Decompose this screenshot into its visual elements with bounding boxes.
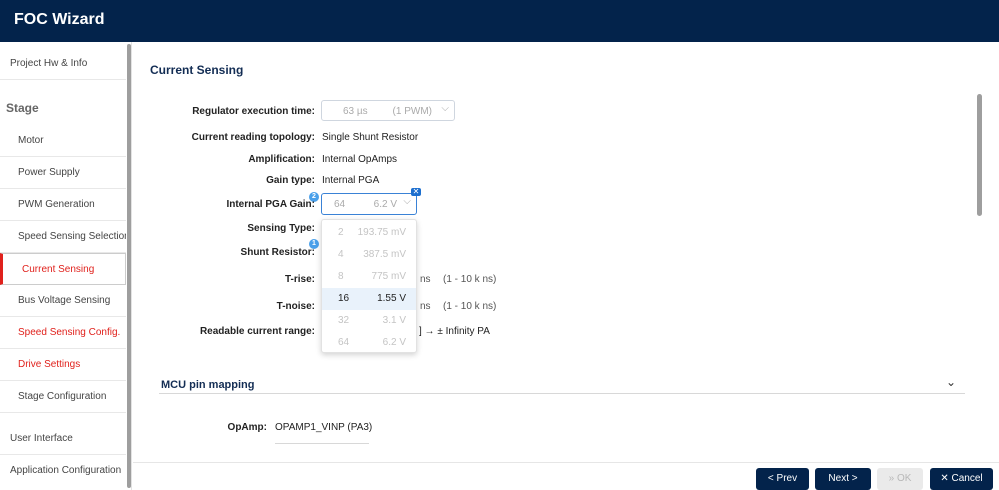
opamp-value: OPAMP1_VINP (PA3) [275, 422, 373, 433]
mcu-pin-mapping-title: MCU pin mapping [161, 379, 255, 391]
shunt-label: Shunt Resistor: [240, 247, 315, 258]
sidebar-item-user-interface[interactable]: User Interface [0, 423, 126, 455]
ok-button: » OK [877, 468, 923, 490]
clear-icon[interactable]: ✕ [411, 188, 421, 196]
chevron-down-icon: ⌵ [441, 103, 449, 114]
readable-range-label: Readable current range: [199, 326, 315, 337]
sidebar-item-bus-voltage-sensing[interactable]: Bus Voltage Sensing [0, 285, 126, 317]
sidebar-item-power-supply[interactable]: Power Supply [0, 157, 126, 189]
section-title: Current Sensing [150, 63, 244, 77]
next-button[interactable]: Next > [815, 468, 871, 490]
main-content: Current Sensing Regulator execution time… [133, 42, 999, 462]
close-icon: ✕ [940, 473, 949, 484]
wizard-footer: < Prev Next > » OK ✕ Cancel [133, 462, 999, 490]
sidebar-item-motor[interactable]: Motor [0, 125, 126, 157]
sidebar-item-current-sensing[interactable]: Current Sensing [0, 253, 126, 285]
opamp-label: OpAmp: [227, 422, 267, 433]
sidebar-scrollbar[interactable] [127, 44, 131, 488]
pga-gain-voltage: 6.2 V [373, 199, 397, 210]
regulator-label: Regulator execution time: [192, 106, 315, 117]
amplification-label: Amplification: [248, 154, 315, 165]
pga-gain-select[interactable]: 64 6.2 V ⌵ [321, 193, 417, 215]
sidebar-item-drive-settings[interactable]: Drive Settings [0, 349, 126, 381]
sidebar-item-speed-sensing-config[interactable]: Speed Sensing Config. [0, 317, 126, 349]
sensing-type-label: Sensing Type: [247, 223, 315, 234]
sidebar-item-pwm-generation[interactable]: PWM Generation [0, 189, 126, 221]
pga-gain-dropdown: 2 193.75 mV 4 387.5 mV 8 775 mV 16 1.55 V 32… [321, 219, 417, 353]
dropdown-option: 4 387.5 mV [338, 249, 406, 260]
chevron-down-icon[interactable]: ⌄ [946, 375, 956, 389]
t-rise-range: (1 - 10 k ns) [443, 274, 497, 285]
divider [159, 393, 965, 394]
sidebar-item-project-hw-info[interactable]: Project Hw & Info [0, 48, 126, 80]
dropdown-option: 32 3.1 V [338, 315, 406, 326]
sidebar-item-application-configuration[interactable]: Application Configuration [0, 455, 126, 487]
dropdown-option: 8 775 mV [338, 271, 406, 282]
main-scrollbar[interactable] [977, 94, 982, 216]
dropdown-option: 64 6.2 V [338, 337, 406, 348]
chevron-down-icon: ⌵ [403, 196, 411, 207]
pga-gain-label: Internal PGA Gain: [226, 199, 315, 210]
chevron-right-icon: > [851, 473, 858, 484]
sidebar-item-stage-configuration[interactable]: Stage Configuration [0, 381, 126, 413]
readable-range-value: ] → ± Infinity PA [419, 326, 490, 337]
t-noise-range: (1 - 10 k ns) [443, 301, 497, 312]
regulator-select[interactable]: 63 µs (1 PWM) ⌵ [321, 100, 455, 121]
amplification-value: Internal OpAmps [322, 154, 398, 165]
double-chevron-right-icon: » [888, 473, 895, 484]
app-title: FOC Wizard [14, 11, 105, 28]
gain-type-label: Gain type: [266, 175, 315, 186]
gain-type-value: Internal PGA [322, 175, 380, 186]
sidebar-item-speed-sensing-selection[interactable]: Speed Sensing Selection [0, 221, 126, 253]
prev-button[interactable]: < Prev [756, 468, 809, 490]
t-rise-unit: ns [420, 274, 431, 285]
regulator-suffix: (1 PWM) [392, 106, 432, 117]
sidebar: Project Hw & Info Stage Motor Power Supp… [0, 42, 132, 490]
pga-gain-value: 64 [334, 199, 346, 210]
topology-value: Single Shunt Resistor [322, 132, 419, 143]
t-noise-unit: ns [420, 301, 431, 312]
topology-label: Current reading topology: [191, 132, 315, 143]
dropdown-option-selected[interactable]: 16 1.55 V [322, 288, 416, 310]
t-rise-label: T-rise: [284, 274, 315, 285]
dropdown-option: 2 193.75 mV [338, 227, 406, 238]
app-header: FOC Wizard [0, 0, 999, 42]
chevron-left-icon: < [767, 473, 774, 484]
t-noise-label: T-noise: [276, 301, 315, 312]
divider [275, 443, 369, 444]
cancel-button[interactable]: ✕ Cancel [930, 468, 993, 490]
regulator-value: 63 µs [343, 106, 368, 117]
sidebar-heading-stage: Stage [6, 101, 39, 115]
